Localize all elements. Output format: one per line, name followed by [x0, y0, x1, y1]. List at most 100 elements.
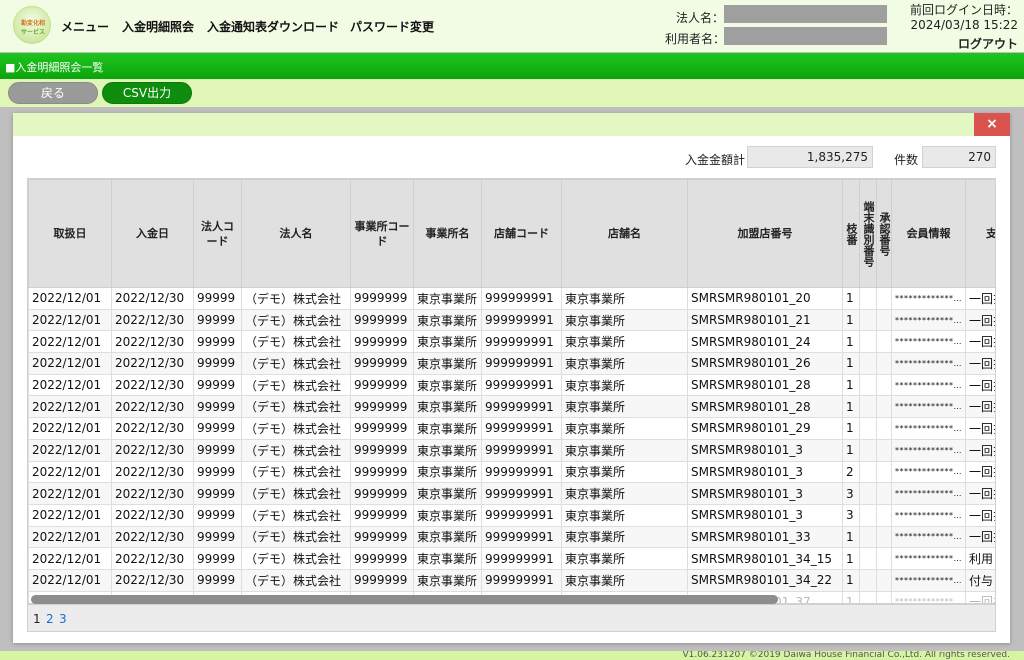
table-cell: 2022/12/30	[111, 373, 194, 397]
detail-modal: × 入金金額計 1,835,275 件数 270 取扱日 入金日 法人コード 法人名事…	[13, 113, 1010, 643]
table-row[interactable]: 2022/12/012022/12/3099999（デモ）株式会社9999999…	[28, 395, 995, 419]
table-cell: 東京事業所	[413, 568, 482, 592]
table-cell: 2022/12/30	[111, 482, 194, 505]
table-cell: 9999999	[350, 460, 414, 484]
table-row[interactable]: 2022/12/012022/12/3099999（デモ）株式会社9999999…	[28, 330, 995, 354]
table-row[interactable]: 2022/12/012022/12/3099999（デモ）株式会社9999999…	[28, 482, 995, 505]
table-cell: 2022/12/30	[111, 417, 194, 440]
table-cell: SMRSMR980101_21	[687, 308, 843, 332]
table-cell: 1	[842, 547, 860, 570]
table-row[interactable]: 2022/12/012022/12/3099999（デモ）株式会社9999999…	[28, 417, 995, 440]
table-cell: 東京事業所	[561, 308, 688, 332]
column-header: 会員情報	[891, 179, 966, 288]
horizontal-scrollbar[interactable]	[31, 595, 778, 604]
table-cell: 999999991	[481, 525, 562, 549]
page-title: ■入金明細照会一覧	[5, 61, 104, 74]
table-cell: 2022/12/30	[111, 438, 194, 462]
table-cell	[876, 568, 892, 592]
table-cell: 東京事業所	[413, 525, 482, 549]
table-cell: 東京事業所	[561, 503, 688, 527]
table-cell	[859, 568, 877, 592]
nav-password-change[interactable]: パスワード変更	[350, 18, 434, 35]
close-button[interactable]: ×	[974, 113, 1010, 136]
table-row[interactable]: 2022/12/012022/12/3099999（デモ）株式会社9999999…	[28, 438, 995, 462]
user-name-value	[724, 27, 887, 45]
table-row[interactable]: 2022/12/012022/12/3099999（デモ）株式会社9999999…	[28, 547, 995, 570]
nav-menu[interactable]: メニュー	[61, 18, 109, 35]
nav-payment-inquiry[interactable]: 入金明細照会	[122, 18, 194, 35]
table-cell: 1	[842, 438, 860, 462]
table-row[interactable]: 2022/12/012022/12/3099999（デモ）株式会社9999999…	[28, 352, 995, 375]
table-cell: 2022/12/30	[111, 395, 194, 419]
table-cell: 99999	[193, 417, 242, 440]
table-cell: 東京事業所	[413, 308, 482, 332]
table-cell: 2022/12/01	[28, 330, 112, 354]
back-button[interactable]: 戻る	[8, 82, 98, 104]
table-cell: 99999	[193, 308, 242, 332]
table-cell: 9999999	[350, 308, 414, 332]
table-row[interactable]: 2022/12/012022/12/3099999（デモ）株式会社9999999…	[28, 308, 995, 332]
page-link-3[interactable]: 3	[59, 612, 67, 626]
table-cell: 2022/12/01	[28, 287, 112, 310]
table-header-row: 取扱日 入金日 法人コード 法人名 事業所コード 事業所名 店舗コード 店舗名 加盟店番号 枝番端…	[28, 179, 995, 288]
service-logo[interactable]: 勘変化相 サービス	[13, 6, 51, 44]
table-row[interactable]: 2022/12/012022/12/3099999（デモ）株式会社9999999…	[28, 287, 995, 310]
table-cell: 東京事業所	[561, 417, 688, 440]
logout-link[interactable]: ログアウト	[958, 35, 1018, 52]
table-cell: 東京事業所	[561, 352, 688, 375]
table-cell: ****************	[891, 503, 966, 527]
table-cell	[859, 438, 877, 462]
table-cell	[876, 438, 892, 462]
table-cell: 99999	[193, 482, 242, 505]
table-row[interactable]: 2022/12/012022/12/3099999（デモ）株式会社9999999…	[28, 460, 995, 484]
table-cell: （デモ）株式会社	[241, 287, 351, 310]
table-cell: 東京事業所	[561, 395, 688, 419]
table-cell: SMRSMR980101_28	[687, 395, 843, 419]
table-cell: 9999999	[350, 417, 414, 440]
table-cell: SMRSMR980101_34_15	[687, 547, 843, 570]
table-cell	[876, 308, 892, 332]
table-cell: 999999991	[481, 503, 562, 527]
table-cell: 利用	[965, 547, 995, 570]
count-value: 270	[922, 146, 996, 168]
table-cell: 2022/12/01	[28, 547, 112, 570]
table-cell	[876, 287, 892, 310]
table-row[interactable]: 2022/12/012022/12/3099999（デモ）株式会社9999999…	[28, 525, 995, 549]
table-cell	[859, 482, 877, 505]
table-cell: ****************	[891, 417, 966, 440]
table-cell: （デモ）株式会社	[241, 417, 351, 440]
table-cell: 9999999	[350, 568, 414, 592]
table-cell: SMRSMR980101_24	[687, 330, 843, 354]
table-cell: 9999999	[350, 287, 414, 310]
logo-text-top: 勘変化相	[20, 20, 45, 27]
table-cell: 東京事業所	[561, 438, 688, 462]
table-cell: 999999991	[481, 287, 562, 310]
table-cell: SMRSMR980101_3	[687, 460, 843, 484]
table-cell: SMRSMR980101_34_22	[687, 568, 843, 592]
table-cell: 東京事業所	[561, 547, 688, 570]
table-cell: 99999	[193, 547, 242, 570]
table-cell: 9999999	[350, 373, 414, 397]
csv-export-button[interactable]: CSV出力	[102, 82, 192, 104]
table-cell: ****************	[891, 590, 966, 603]
logo-text-bottom: サービス	[20, 29, 45, 36]
table-row[interactable]: 2022/12/012022/12/3099999（デモ）株式会社9999999…	[28, 373, 995, 397]
table-row[interactable]: 2022/12/012022/12/3099999（デモ）株式会社9999999…	[28, 503, 995, 527]
table-cell: 2022/12/30	[111, 547, 194, 570]
nav-notice-download[interactable]: 入金通知表ダウンロード	[207, 18, 339, 35]
table-cell: 999999991	[481, 373, 562, 397]
table-cell: 東京事業所	[413, 547, 482, 570]
modal-header: ×	[13, 113, 1010, 136]
table-cell: 一回払	[965, 417, 995, 440]
table-cell	[859, 460, 877, 484]
table-cell: 1	[842, 308, 860, 332]
table-cell: 2	[842, 460, 860, 484]
table-cell	[876, 373, 892, 397]
table-cell	[876, 417, 892, 440]
table-cell: 一回払	[965, 590, 995, 603]
table-row[interactable]: 2022/12/012022/12/3099999（デモ）株式会社9999999…	[28, 568, 995, 592]
table-cell: 2022/12/30	[111, 352, 194, 375]
payment-table-scroll[interactable]: 取扱日 入金日 法人コード 法人名 事業所コード 事業所名 店舗コード 店舗名 加盟店番号 枝番端…	[27, 178, 996, 604]
page-link-2[interactable]: 2	[46, 612, 54, 626]
table-cell: 999999991	[481, 352, 562, 375]
